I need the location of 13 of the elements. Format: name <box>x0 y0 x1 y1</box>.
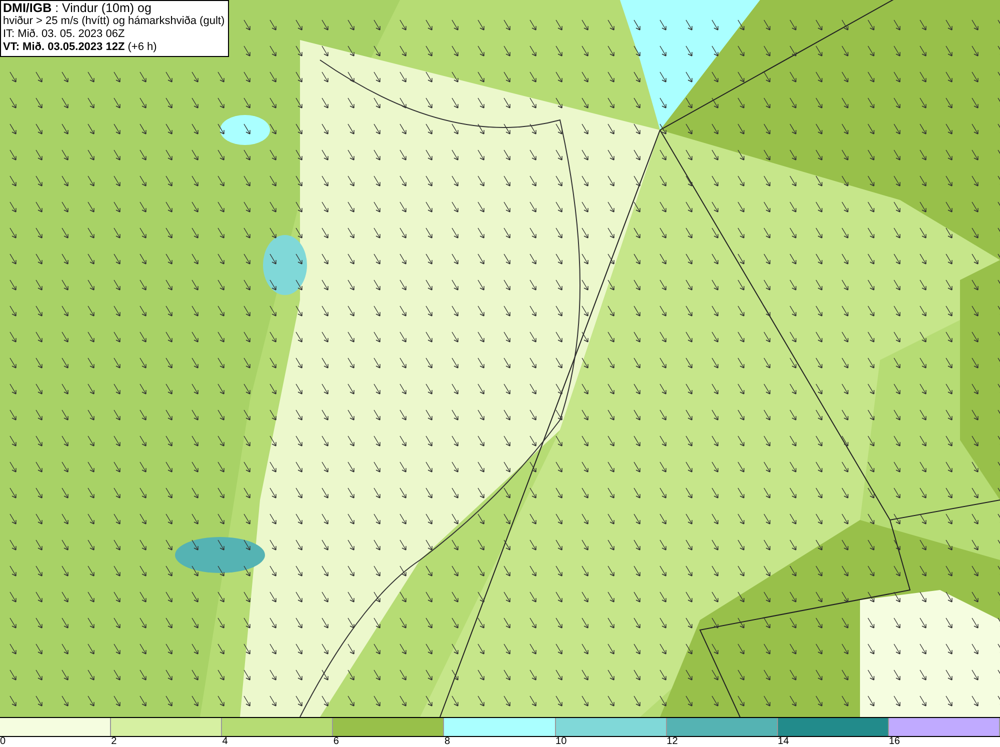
legend-label: 14 <box>778 737 789 747</box>
legend-label: 0 <box>0 737 6 747</box>
legend-label: 4 <box>222 737 228 747</box>
legend-label: 2 <box>111 737 117 747</box>
legend-label: 6 <box>333 737 339 747</box>
caption-text: VT: Mið. 03.05.2023 12Z (+6 h) <box>3 41 158 54</box>
caption-text: hviður > 25 m/s (hvítt) og hámarkshviða (gult) <box>3 15 225 28</box>
caption-text: DMI/IGB : Vindur (10m) og <box>3 2 152 15</box>
legend-label: 8 <box>444 737 450 747</box>
legend-label: 12 <box>666 737 678 747</box>
legend-label: 16 <box>888 737 900 747</box>
legend-label: 10 <box>556 737 567 747</box>
caption-text: IT: Mið. 03. 05. 2023 06Z <box>3 28 126 41</box>
